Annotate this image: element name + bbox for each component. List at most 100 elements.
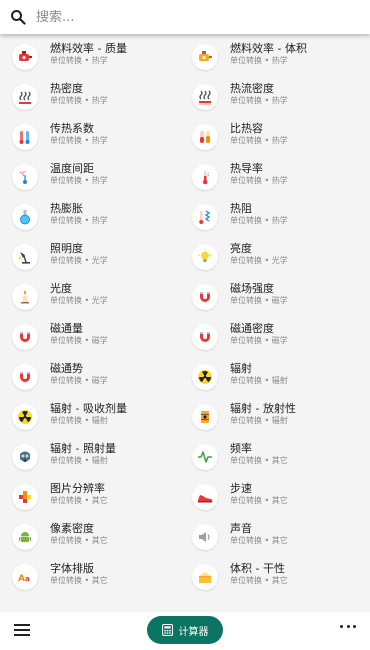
item-subtitle: 单位转换 • 其它 [230, 576, 288, 585]
item-subtitle: 单位转换 • 其它 [50, 496, 108, 505]
list-item-dry-volume[interactable]: 体积 - 干性 单位转换 • 其它 [180, 558, 365, 598]
list-item-typography[interactable]: Aa 字体排版 单位转换 • 其它 [0, 558, 185, 598]
list-item-radiation-radioactivity[interactable]: 辐射 - 放射性 单位转换 • 辐射 [180, 398, 365, 438]
item-subtitle: 单位转换 • 其它 [230, 536, 288, 545]
radiation-icon [198, 370, 212, 384]
list-item-specific-heat[interactable]: 比热容 单位转换 • 热学 [180, 118, 365, 158]
list-item-fuel-efficiency-mass[interactable]: 燃料效率 - 质量 单位转换 • 热学 [0, 38, 185, 78]
list-item-radiation-absorbed-dose[interactable]: 辐射 - 吸收剂量 单位转换 • 辐射 [0, 398, 185, 438]
bulb-icon [199, 249, 211, 262]
desk-lamp-icon [18, 252, 30, 264]
list-item-sound[interactable]: 声音 单位转换 • 其它 [180, 518, 365, 558]
test-tubes-icon [200, 131, 210, 143]
item-subtitle: 单位转换 • 热学 [50, 56, 108, 65]
list-item-heat-density[interactable]: 热密度 单位转换 • 热学 [0, 78, 185, 118]
flask-icon [20, 210, 30, 225]
item-title: 磁场强度 [230, 282, 274, 295]
list-item-luminance[interactable]: 亮度 单位转换 • 光学 [180, 238, 365, 278]
item-subtitle: 单位转换 • 辐射 [230, 416, 288, 425]
list-item-image-resolution[interactable]: 图片分辨率 单位转换 • 其它 [0, 478, 185, 518]
item-subtitle: 单位转换 • 磁学 [50, 376, 108, 385]
item-subtitle: 单位转换 • 光学 [50, 296, 108, 305]
item-subtitle: 单位转换 • 热学 [50, 136, 108, 145]
item-subtitle: 单位转换 • 其它 [50, 576, 108, 585]
item-title: 字体排版 [50, 562, 94, 575]
heat-flux-icon [199, 90, 211, 105]
item-title: 燃料效率 - 体积 [230, 42, 307, 55]
thermometer-icon [202, 171, 209, 185]
item-subtitle: 单位转换 • 其它 [50, 536, 108, 545]
list-item-thermal-conductivity[interactable]: 热导率 单位转换 • 热学 [180, 158, 365, 198]
bottom-bar: 计算器 [0, 612, 370, 650]
item-title: 辐射 - 吸收剂量 [50, 402, 127, 415]
list-item-magnetic-flux-density[interactable]: 磁通密度 单位转换 • 磁学 [180, 318, 365, 358]
calculator-label: 计算器 [178, 626, 209, 638]
heat-waves-icon [19, 91, 31, 104]
search-icon[interactable] [10, 9, 26, 25]
item-subtitle: 单位转换 • 磁学 [230, 336, 288, 345]
list-item-radiation[interactable]: 辐射 单位转换 • 辐射 [180, 358, 365, 398]
list-item-magnetic-flux[interactable]: 磁通量 单位转换 • 磁学 [0, 318, 185, 358]
calculator-button[interactable]: 计算器 [147, 616, 223, 644]
list-item-pixel-density[interactable]: 像素密度 单位转换 • 其它 [0, 518, 185, 558]
list-item-frequency[interactable]: 频率 单位转换 • 其它 [180, 438, 365, 478]
svg-text:a: a [25, 575, 30, 583]
item-subtitle: 单位转换 • 其它 [230, 456, 288, 465]
list-item-magnetic-field-strength[interactable]: 磁场强度 单位转换 • 磁学 [180, 278, 365, 318]
frequency-wave-icon [198, 451, 212, 463]
radiation-icon [18, 410, 32, 424]
item-title: 像素密度 [50, 522, 94, 535]
list-item-temperature-interval[interactable]: °C 温度间距 单位转换 • 热学 [0, 158, 185, 198]
running-shoe-icon [198, 495, 213, 503]
list-item-illuminance[interactable]: 照明度 单位转换 • 光学 [0, 238, 185, 278]
item-subtitle: 单位转换 • 热学 [230, 176, 288, 185]
item-title: 照明度 [50, 242, 83, 255]
converter-grid: 燃料效率 - 质量 单位转换 • 热学 燃料效率 - 体积 单位转换 • 热学 … [0, 38, 370, 612]
speaker-icon [199, 532, 210, 542]
calculator-icon [161, 624, 173, 636]
item-subtitle: 单位转换 • 热学 [50, 176, 108, 185]
item-title: 热密度 [50, 82, 83, 95]
list-item-radiation-exposure[interactable]: 辐射 - 照射量 单位转换 • 辐射 [0, 438, 185, 478]
item-subtitle: 单位转换 • 热学 [230, 96, 288, 105]
list-item-luminous-intensity[interactable]: 光度 单位转换 • 光学 [0, 278, 185, 318]
item-subtitle: 单位转换 • 热学 [50, 96, 108, 105]
item-title: 比热容 [230, 122, 263, 135]
typography-icon: Aa [18, 574, 30, 584]
gas-mask-icon [20, 451, 30, 463]
list-item-heat-transfer-coefficient[interactable]: 传热系数 单位转换 • 热学 [0, 118, 185, 158]
search-bar [0, 0, 370, 34]
list-item-fuel-efficiency-volume[interactable]: 燃料效率 - 体积 单位转换 • 热学 [180, 38, 365, 78]
item-title: 步速 [230, 482, 252, 495]
item-title: 体积 - 干性 [230, 562, 285, 575]
item-title: 辐射 - 放射性 [230, 402, 296, 415]
menu-icon[interactable] [14, 624, 30, 638]
list-item-magnetomotive-force[interactable]: 磁通势 单位转换 • 磁学 [0, 358, 185, 398]
list-item-thermal-expansion[interactable]: 热膨胀 单位转换 • 热学 [0, 198, 185, 238]
item-title: 图片分辨率 [50, 482, 105, 495]
item-title: 磁通势 [50, 362, 83, 375]
fuel-pump-icon [19, 51, 32, 61]
item-subtitle: 单位转换 • 辐射 [230, 376, 288, 385]
magnet-icon [200, 292, 210, 302]
item-title: 磁通量 [50, 322, 83, 335]
item-title: 频率 [230, 442, 252, 455]
item-title: 亮度 [230, 242, 252, 255]
item-title: 热流密度 [230, 82, 274, 95]
magnet-icon [200, 332, 210, 342]
list-item-thermal-resistance[interactable]: 热阻 单位转换 • 热学 [180, 198, 365, 238]
magnet-icon [20, 332, 30, 342]
item-title: 热导率 [230, 162, 263, 175]
thermal-resistance-icon [199, 210, 211, 224]
more-options-icon[interactable] [340, 625, 356, 631]
list-item-pace[interactable]: 步速 单位转换 • 其它 [180, 478, 365, 518]
android-icon [19, 532, 31, 543]
item-title: 燃料效率 - 质量 [50, 42, 127, 55]
list-item-heat-flux-density[interactable]: 热流密度 单位转换 • 热学 [180, 78, 365, 118]
heat-transfer-icon [19, 131, 30, 144]
item-title: 辐射 [230, 362, 252, 375]
temperature-interval-icon: °C [19, 171, 27, 184]
item-title: 传热系数 [50, 122, 94, 135]
search-input[interactable] [36, 9, 336, 25]
item-subtitle: 单位转换 • 热学 [230, 56, 288, 65]
